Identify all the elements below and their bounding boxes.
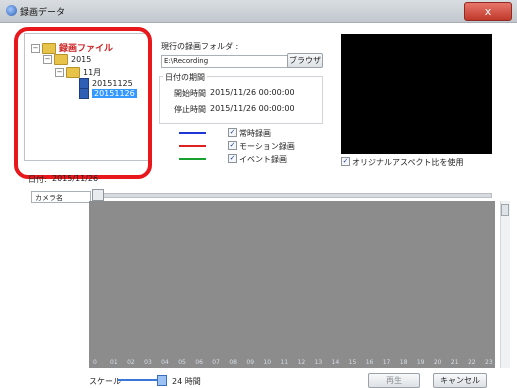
scale-label: スケール [89,377,121,386]
motion-checkbox[interactable]: ✓ [228,141,237,150]
cancel-button[interactable]: キャンセル [433,373,487,388]
tree-item-month[interactable]: − 11月 [55,67,101,78]
hour-label: 02 [127,359,135,366]
timeline-area[interactable]: 0 01 02 03 04 05 06 07 08 09 10 11 12 13 14 15 16 17 18 19 2… [89,201,495,368]
legend-line-motion [179,145,206,147]
tree-item-label: 20151126 [92,89,137,98]
play-button[interactable]: 再生 [368,373,420,388]
hour-label: 17 [382,359,391,366]
hour-label: 10 [263,359,272,366]
tree-item-label: 11月 [83,68,102,77]
time-range-group [159,76,323,124]
hour-label: 23 [485,359,493,366]
hour-label: 14 [331,359,340,366]
legend-line-continuous [179,132,206,134]
browse-button[interactable]: ブラウザ [287,53,323,68]
hour-label: 05 [178,359,186,366]
tree-item-root[interactable]: − 録画ファイル [31,41,113,54]
hour-label: 09 [246,359,255,366]
tree-item-label: 録画ファイル [59,44,114,54]
hour-label: 12 [297,359,306,366]
start-time-value: 2015/11/26 00:00:00 [210,88,295,97]
hour-label: 06 [195,359,203,366]
title-bar [0,0,517,23]
scrollbar-thumb[interactable] [501,204,509,216]
folder-icon [54,54,68,65]
legend-label: モーション録画 [239,142,295,151]
hour-label: 19 [416,359,425,366]
close-button[interactable]: x [464,2,512,21]
hour-label: 0 [93,359,97,366]
aspect-label: オリジナルアスペクト比を使用 [352,158,464,167]
hour-label: 20 [433,359,442,366]
app-icon [6,5,17,16]
tree-item-year[interactable]: − 2015 [43,54,91,65]
folder-icon [42,43,56,54]
calendar-icon [79,88,89,99]
collapse-icon[interactable]: − [55,68,64,77]
hour-label: 22 [467,359,476,366]
recording-tree: − 録画ファイル −2015 −11月 20151125 20151126 [24,33,149,161]
hour-label: 16 [365,359,374,366]
tree-item-day-selected[interactable]: 20151126 [79,88,137,99]
hour-label: 15 [348,359,357,366]
start-time-label: 開始時間 [174,89,206,98]
hour-axis: 0 01 02 03 04 05 06 07 08 09 10 11 12 13 14 15 16 17 18 19 2… [89,357,495,366]
hour-label: 18 [399,359,408,366]
folder-path-field[interactable]: E:\Recording [161,55,289,68]
scale-slider-thumb[interactable] [157,375,167,386]
camera-name-field[interactable]: カメラ名 [31,191,91,203]
hour-label: 13 [314,359,323,366]
video-preview [341,34,492,154]
aspect-checkbox[interactable]: ✓ [341,157,350,166]
hour-label: 01 [110,359,118,366]
hour-label: 07 [212,359,220,366]
date-label: 日付: [28,175,47,184]
hour-label: 21 [450,359,459,366]
legend-line-event [179,158,206,160]
hour-label: 03 [144,359,152,366]
stop-time-value: 2015/11/26 00:00:00 [210,104,295,113]
tree-item-label: 20151125 [92,79,133,88]
stop-time-label: 停止時間 [174,105,206,114]
tree-item-label: 2015 [71,55,92,64]
camera-slider-track[interactable] [95,193,492,198]
folder-label: 現行の録画フォルダ : [161,42,239,51]
scale-slider-track[interactable] [118,379,158,381]
time-group-label: 日付の期間 [163,72,207,83]
vertical-scrollbar[interactable] [500,201,510,368]
legend-label: 常時録画 [239,129,271,138]
window-title: 録画データ [20,8,66,18]
scale-value: 24 時間 [172,377,201,386]
hour-label: 04 [161,359,169,366]
legend-label: イベント録画 [239,155,287,164]
hour-label: 11 [280,359,289,366]
collapse-icon[interactable]: − [31,44,40,53]
hour-label: 08 [229,359,237,366]
folder-icon [66,67,80,78]
event-checkbox[interactable]: ✓ [228,154,237,163]
date-value: 2015/11/26 [52,174,99,183]
collapse-icon[interactable]: − [43,55,52,64]
continuous-checkbox[interactable]: ✓ [228,128,237,137]
camera-slider-thumb[interactable] [92,189,104,201]
